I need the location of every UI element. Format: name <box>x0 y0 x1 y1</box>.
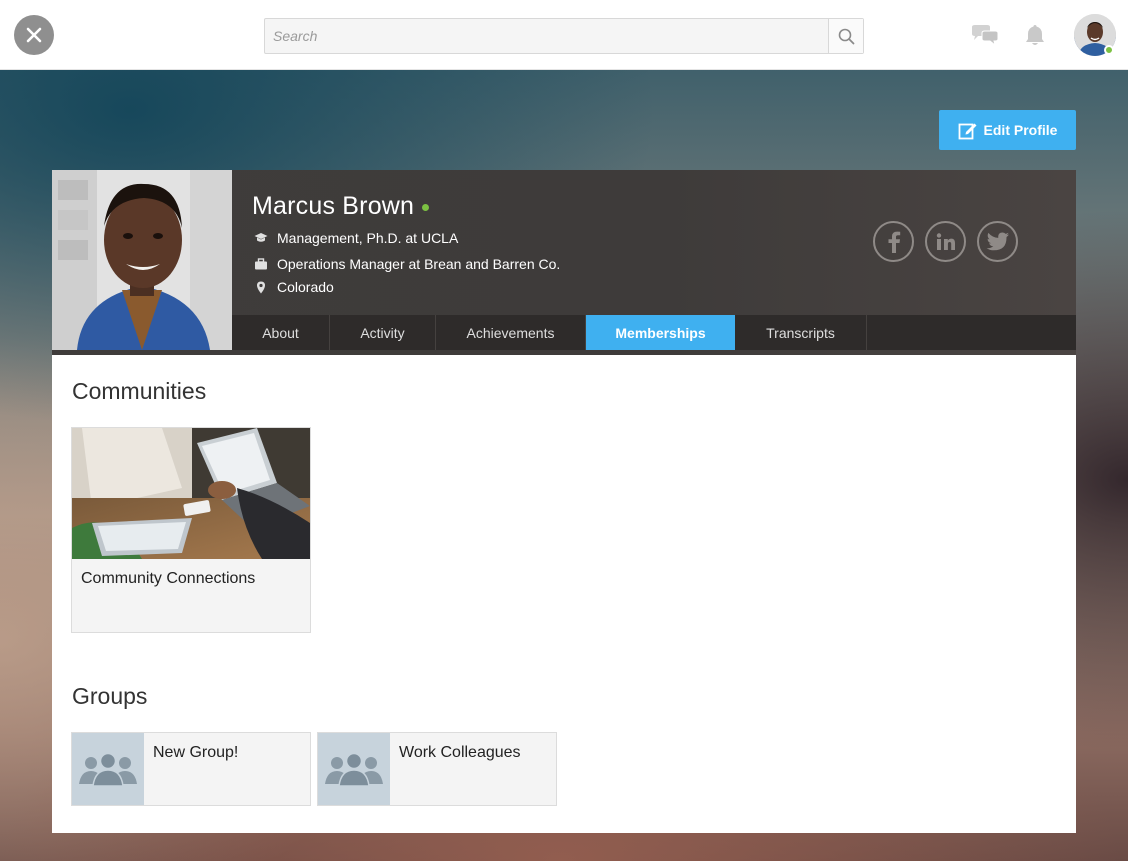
group-name: New Group! <box>153 744 239 761</box>
search-input[interactable] <box>265 19 829 53</box>
community-image <box>72 428 310 559</box>
community-name: Community Connections <box>81 570 256 587</box>
profile-tabs: About Activity Achievements Memberships … <box>232 315 1076 350</box>
group-card[interactable]: Work Colleagues <box>317 732 557 806</box>
edit-icon <box>958 123 977 139</box>
communities-heading: Communities <box>72 378 207 404</box>
tab-about[interactable]: About <box>232 315 330 350</box>
search-icon <box>838 28 855 45</box>
bell-icon[interactable] <box>1023 23 1047 47</box>
tab-label: Activity <box>360 324 405 341</box>
linkedin-link[interactable] <box>925 221 966 262</box>
online-status-indicator <box>1104 45 1114 55</box>
location-text: Colorado <box>277 279 334 295</box>
chat-icon[interactable] <box>970 24 1000 46</box>
community-card[interactable]: Community Connections <box>71 427 311 633</box>
search-button[interactable] <box>828 19 863 53</box>
graduation-cap-icon <box>254 233 268 242</box>
group-thumbnail <box>72 733 144 805</box>
tab-label: About <box>262 324 299 341</box>
job-text: Operations Manager at Brean and Barren C… <box>277 256 561 272</box>
edit-profile-label: Edit Profile <box>983 122 1058 138</box>
group-name: Work Colleagues <box>399 744 521 761</box>
memberships-panel: Communities Community Connections Groups… <box>52 355 1076 833</box>
map-pin-icon <box>257 281 265 293</box>
education-text: Management, Ph.D. at UCLA <box>277 230 459 246</box>
linkedin-icon <box>936 232 955 250</box>
online-status-indicator <box>422 204 429 211</box>
tab-achievements[interactable]: Achievements <box>436 315 586 350</box>
edit-profile-button[interactable]: Edit Profile <box>939 110 1076 150</box>
group-card[interactable]: New Group! <box>71 732 311 806</box>
tab-transcripts[interactable]: Transcripts <box>735 315 867 350</box>
tab-label: Memberships <box>615 324 706 341</box>
groups-heading: Groups <box>72 683 148 709</box>
twitter-link[interactable] <box>977 221 1018 262</box>
tab-activity[interactable]: Activity <box>330 315 436 350</box>
job-row: Operations Manager at Brean and Barren C… <box>254 256 560 272</box>
profile-header: Marcus Brown Management, Ph.D. at UCLA O… <box>52 170 1076 355</box>
education-row: Management, Ph.D. at UCLA <box>254 230 458 246</box>
facebook-icon <box>888 231 900 253</box>
group-thumbnail <box>318 733 390 805</box>
profile-name: Marcus Brown <box>252 192 415 220</box>
close-icon <box>26 27 42 43</box>
group-people-icon <box>79 752 137 786</box>
tab-memberships[interactable]: Memberships <box>586 315 735 350</box>
close-button[interactable] <box>14 15 54 55</box>
twitter-icon <box>986 232 1009 250</box>
tab-label: Transcripts <box>766 324 835 341</box>
location-row: Colorado <box>254 279 334 295</box>
facebook-link[interactable] <box>873 221 914 262</box>
briefcase-icon <box>255 258 267 270</box>
search-box <box>264 18 864 54</box>
tab-label: Achievements <box>466 324 555 341</box>
top-bar <box>0 0 1128 70</box>
group-people-icon <box>325 752 383 786</box>
profile-photo <box>52 170 232 350</box>
